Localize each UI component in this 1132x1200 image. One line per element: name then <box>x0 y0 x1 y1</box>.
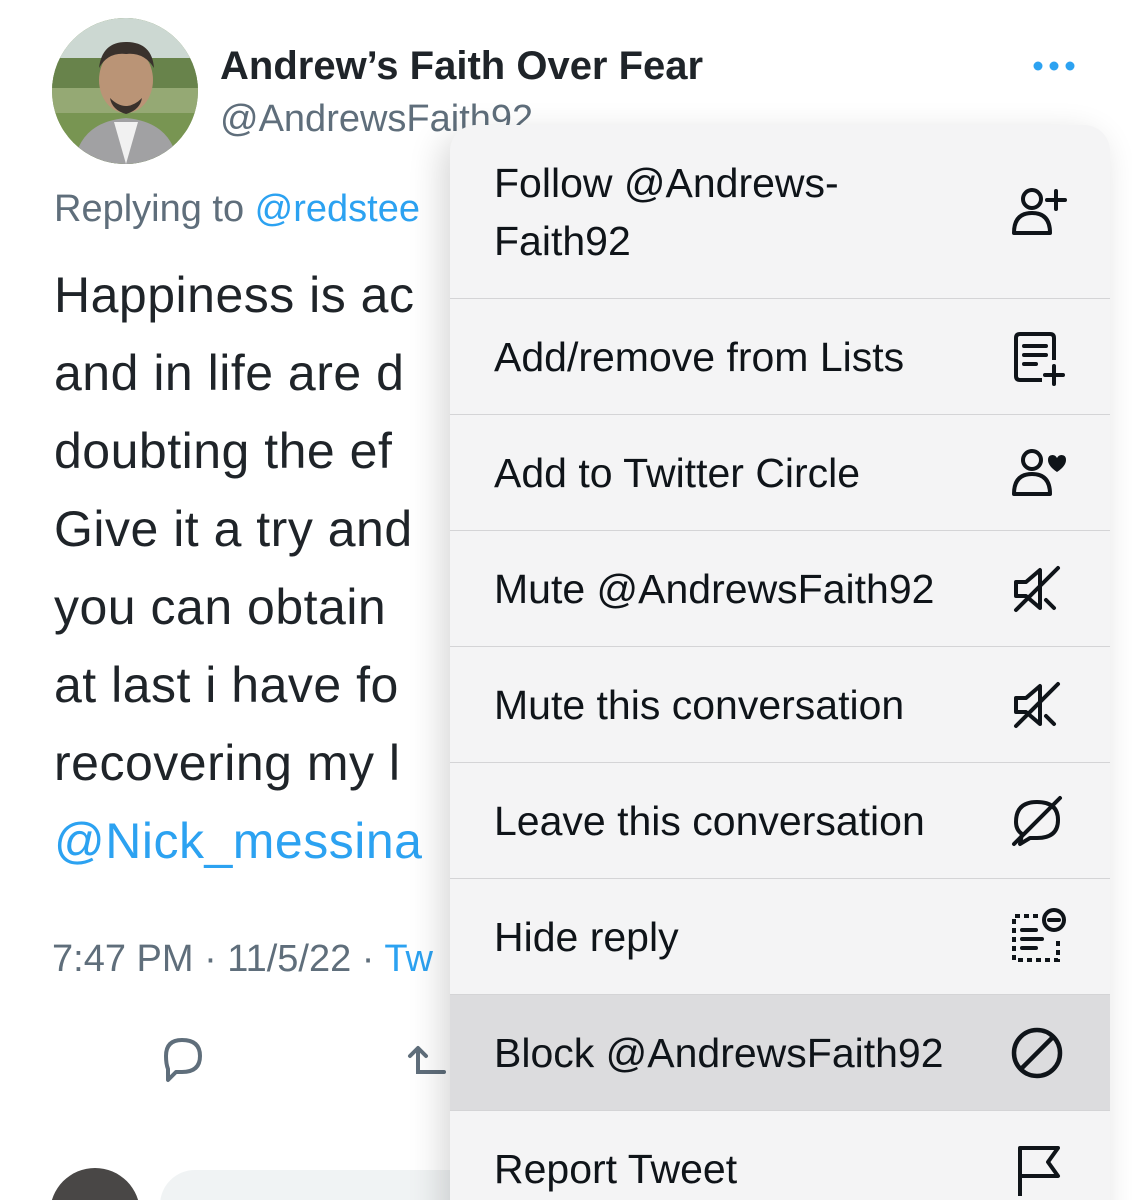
tweet-text-line: and in life are d <box>54 345 405 401</box>
menu-item-label: Add/remove from Lists <box>494 333 905 380</box>
more-icon <box>1033 61 1075 71</box>
reply-input[interactable] <box>160 1170 490 1200</box>
menu-item-label: Mute this conversation <box>494 681 905 728</box>
menu-item-follow[interactable]: Follow @Andrews-Faith92 <box>450 125 1110 299</box>
replying-to-line: Replying to @redstee <box>54 188 420 231</box>
tweet-text-line: recovering my l <box>54 735 401 791</box>
menu-item-block[interactable]: Block @AndrewsFaith92 <box>450 995 1110 1111</box>
tweet-timestamp: 7:47 PM · 11/5/22 · Tw <box>52 938 433 981</box>
menu-item-label: Follow @Andrews-Faith92 <box>494 159 839 264</box>
tweet-text: Happiness is ac and in life are d doubti… <box>54 256 422 880</box>
tweet-options-menu: Follow @Andrews-Faith92 Add/remove from … <box>450 125 1110 1200</box>
tweet-text-line: Happiness is ac <box>54 267 415 323</box>
timestamp-text[interactable]: 7:47 PM · 11/5/22 · <box>52 938 384 980</box>
mute-icon <box>1004 556 1070 622</box>
menu-item-twitter-circle[interactable]: Add to Twitter Circle <box>450 415 1110 531</box>
twitter-circle-icon <box>1004 440 1070 506</box>
replying-mention-link[interactable]: @redstee <box>255 188 420 230</box>
block-icon <box>1004 1020 1070 1086</box>
menu-item-label: Add to Twitter Circle <box>494 449 861 496</box>
menu-item-hide-reply[interactable]: Hide reply <box>450 879 1110 995</box>
menu-item-mute-conversation[interactable]: Mute this conversation <box>450 647 1110 763</box>
menu-item-leave-conversation[interactable]: Leave this conversation <box>450 763 1110 879</box>
tweet-mention-link[interactable]: @Nick_messina <box>54 802 422 880</box>
mute-icon <box>1004 672 1070 738</box>
reply-composer-avatar <box>50 1168 140 1200</box>
author-avatar[interactable] <box>52 18 198 164</box>
replying-prefix: Replying to <box>54 188 255 230</box>
menu-item-label: Leave this conversation <box>494 797 925 844</box>
leave-conversation-icon <box>1004 788 1070 854</box>
menu-item-label: Mute @AndrewsFaith92 <box>494 565 935 612</box>
menu-item-lists[interactable]: Add/remove from Lists <box>450 299 1110 415</box>
hide-reply-icon <box>1004 904 1070 970</box>
tweet-text-line: you can obtain <box>54 579 387 635</box>
tweet-text-line: Give it a try and <box>54 501 413 557</box>
menu-item-label: Hide reply <box>494 913 679 960</box>
menu-item-mute-user[interactable]: Mute @AndrewsFaith92 <box>450 531 1110 647</box>
tweet-text-line: doubting the ef <box>54 423 393 479</box>
flag-icon <box>1004 1136 1070 1200</box>
menu-item-label: Block @AndrewsFaith92 <box>494 1029 944 1076</box>
list-add-icon <box>1004 324 1070 390</box>
author-display-name[interactable]: Andrew’s Faith Over Fear <box>220 44 703 89</box>
tweet-text-line: at last i have fo <box>54 657 399 713</box>
menu-item-label: Report Tweet <box>494 1146 738 1192</box>
more-options-button[interactable] <box>1026 46 1082 86</box>
tweet-source-link[interactable]: Tw <box>384 938 433 980</box>
reply-icon[interactable] <box>154 1030 210 1086</box>
menu-item-report[interactable]: Report Tweet <box>450 1111 1110 1200</box>
follow-user-icon <box>1004 179 1070 245</box>
